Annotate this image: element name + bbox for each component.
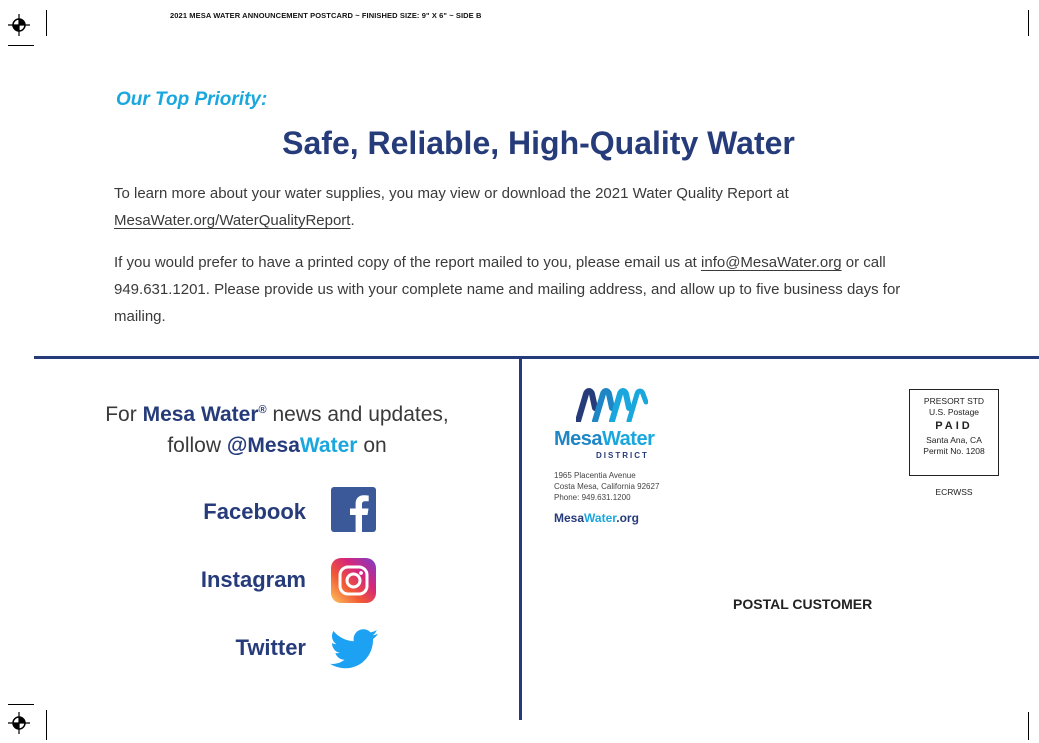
brand-name: Mesa Water®	[143, 403, 267, 426]
page-title: Safe, Reliable, High-Quality Water	[282, 125, 795, 161]
follow-prefix: For	[105, 403, 137, 426]
website-link[interactable]: MesaWater.org	[554, 511, 639, 525]
crop-mark	[8, 704, 34, 705]
address-line-2: Costa Mesa, California 92627	[554, 482, 660, 491]
report-link[interactable]: MesaWater.org/WaterQualityReport	[114, 212, 350, 229]
registered-mark: ®	[258, 404, 267, 416]
logo-water: Water	[602, 428, 655, 450]
crop-mark	[1028, 10, 1029, 36]
phone-number: Phone: 949.631.1200	[554, 493, 631, 502]
recipient-label: POSTAL CUSTOMER	[733, 596, 873, 612]
email-link[interactable]: info@MesaWater.org	[701, 254, 842, 271]
on-word: on	[363, 434, 387, 457]
follow-line-2: follow @MesaWater on	[34, 428, 520, 463]
header-slug: 2021 MESA WATER ANNOUNCEMENT POSTCARD ~ …	[170, 11, 482, 20]
horizontal-divider	[34, 356, 1039, 359]
follow-word: follow	[167, 434, 222, 457]
email-text: If you would prefer to have a printed co…	[114, 254, 697, 271]
permit-line-4: Santa Ana, CA	[926, 435, 982, 445]
priority-heading: Our Top Priority:	[116, 89, 268, 110]
permit-paid: PAID	[935, 420, 973, 432]
brand-text: Mesa Water	[142, 403, 259, 426]
mesa-water-logo-icon	[576, 388, 648, 422]
logo-district: DISTRICT	[596, 451, 649, 460]
site-mesa: Mesa	[554, 511, 585, 525]
report-paragraph: To learn more about your water supplies,…	[114, 180, 954, 234]
crop-mark	[46, 710, 47, 740]
crop-mark	[8, 45, 34, 46]
registration-mark-icon	[8, 14, 30, 36]
instagram-label[interactable]: Instagram	[106, 567, 306, 593]
instagram-icon[interactable]	[331, 558, 376, 603]
address-line-1: 1965 Placentia Avenue	[554, 471, 636, 480]
permit-line-1: PRESORT STD	[923, 396, 985, 406]
ecrwss-label: ECRWSS	[935, 487, 973, 497]
postage-permit-box: PRESORT STD U.S. Postage PAID Santa Ana,…	[909, 389, 999, 476]
twitter-icon[interactable]	[330, 627, 378, 671]
social-handle[interactable]: @MesaWater	[227, 434, 358, 457]
report-text: To learn more about your water supplies,…	[114, 185, 789, 202]
registration-mark-icon	[8, 712, 30, 734]
facebook-icon[interactable]	[331, 487, 376, 532]
permit-line-5: Permit No. 1208	[923, 446, 985, 456]
crop-mark	[1028, 712, 1029, 740]
logo-wordmark: MesaWater	[554, 428, 655, 451]
follow-suffix: news and updates,	[272, 403, 449, 426]
logo-mesa: Mesa	[554, 428, 603, 450]
site-org: .org	[616, 511, 639, 525]
report-period: .	[350, 212, 355, 229]
site-water: Water	[584, 511, 617, 525]
email-paragraph: If you would prefer to have a printed co…	[114, 249, 954, 330]
permit-line-2: U.S. Postage	[928, 407, 980, 417]
follow-line-1: For Mesa Water® news and updates,	[34, 393, 520, 432]
handle-water: Water	[299, 434, 358, 457]
crop-mark	[46, 10, 47, 36]
twitter-label[interactable]: Twitter	[106, 635, 306, 661]
handle-mesa: @Mesa	[226, 434, 300, 457]
facebook-label[interactable]: Facebook	[106, 499, 306, 525]
